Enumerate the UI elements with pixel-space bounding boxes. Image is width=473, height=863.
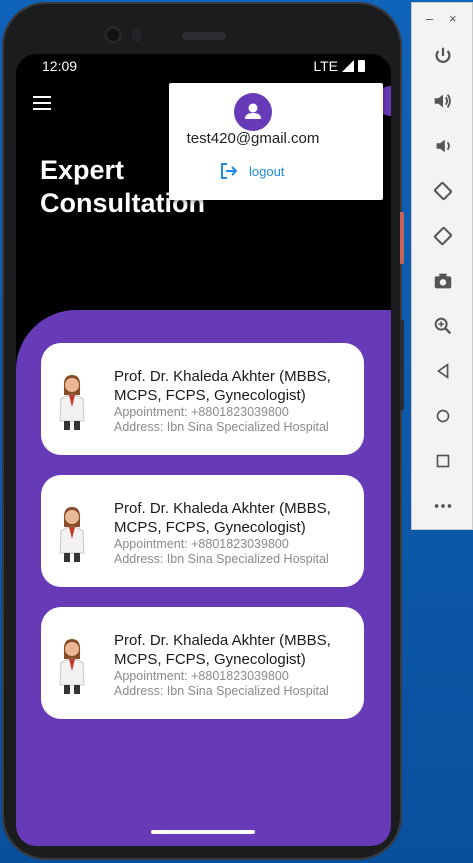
earpiece-speaker xyxy=(182,32,226,40)
doctor-appointment: Appointment: +8801823039800 xyxy=(114,669,289,683)
doctor-info: Prof. Dr. Khaleda Akhter (MBBS, MCPS, FC… xyxy=(114,499,354,567)
rotate-right-icon[interactable] xyxy=(430,223,456,249)
app-screen: 12:09 LTE Expert Consultation Prof. Dr. … xyxy=(16,54,391,846)
doctor-info: Prof. Dr. Khaleda Akhter (MBBS, MCPS, FC… xyxy=(114,631,354,699)
logout-button[interactable]: logout xyxy=(219,161,284,181)
doctor-avatar-icon xyxy=(59,375,85,430)
volume-down-icon[interactable] xyxy=(430,133,456,159)
doctor-info: Prof. Dr. Khaleda Akhter (MBBS, MCPS, FC… xyxy=(114,367,354,435)
person-icon xyxy=(245,103,261,119)
doctor-card[interactable]: Prof. Dr. Khaleda Akhter (MBBS, MCPS, FC… xyxy=(41,475,364,587)
logout-label: logout xyxy=(249,163,285,179)
camera-icon[interactable] xyxy=(430,268,456,294)
volume-side-button xyxy=(400,320,404,410)
back-icon[interactable] xyxy=(430,358,456,384)
doctor-card[interactable]: Prof. Dr. Khaleda Akhter (MBBS, MCPS, FC… xyxy=(41,607,364,719)
status-time: 12:09 xyxy=(42,58,78,74)
doctor-appointment: Appointment: +8801823039800 xyxy=(114,405,289,419)
doctor-name: Prof. Dr. Khaleda Akhter (MBBS, MCPS, FC… xyxy=(114,368,331,404)
account-avatar xyxy=(234,93,272,131)
doctor-address: Address: Ibn Sina Specialized Hospital xyxy=(114,420,329,434)
close-button[interactable]: × xyxy=(449,11,457,26)
menu-icon[interactable] xyxy=(33,96,51,110)
volume-up-icon[interactable] xyxy=(430,88,456,114)
phone-frame: 12:09 LTE Expert Consultation Prof. Dr. … xyxy=(2,2,402,860)
doctor-avatar-icon xyxy=(59,507,85,562)
gesture-bar[interactable] xyxy=(151,830,255,834)
zoom-icon[interactable] xyxy=(430,313,456,339)
account-email: test420@gmail.com xyxy=(186,130,320,147)
more-icon[interactable] xyxy=(430,493,456,519)
camera-sensor xyxy=(132,28,142,42)
doctor-avatar-icon xyxy=(59,639,85,694)
rotate-left-icon[interactable] xyxy=(430,178,456,204)
doctor-list-panel: Prof. Dr. Khaleda Akhter (MBBS, MCPS, FC… xyxy=(16,310,391,846)
overview-icon[interactable] xyxy=(430,448,456,474)
power-icon[interactable] xyxy=(430,43,456,69)
power-side-button xyxy=(400,212,404,264)
home-icon[interactable] xyxy=(430,403,456,429)
status-bar: 12:09 LTE xyxy=(16,54,391,78)
account-popup: test420@gmail.com logout xyxy=(169,83,383,200)
signal-icon xyxy=(342,60,354,72)
doctor-appointment: Appointment: +8801823039800 xyxy=(114,537,289,551)
doctor-address: Address: Ibn Sina Specialized Hospital xyxy=(114,552,329,566)
doctor-address: Address: Ibn Sina Specialized Hospital xyxy=(114,684,329,698)
emulator-toolbar: – × xyxy=(411,2,473,530)
minimize-button[interactable]: – xyxy=(426,11,433,26)
front-camera xyxy=(104,26,122,44)
battery-icon xyxy=(358,60,365,72)
doctor-name: Prof. Dr. Khaleda Akhter (MBBS, MCPS, FC… xyxy=(114,632,331,668)
logout-icon xyxy=(221,163,238,179)
doctor-name: Prof. Dr. Khaleda Akhter (MBBS, MCPS, FC… xyxy=(114,500,331,536)
doctor-card[interactable]: Prof. Dr. Khaleda Akhter (MBBS, MCPS, FC… xyxy=(41,343,364,455)
network-label: LTE xyxy=(313,58,338,74)
